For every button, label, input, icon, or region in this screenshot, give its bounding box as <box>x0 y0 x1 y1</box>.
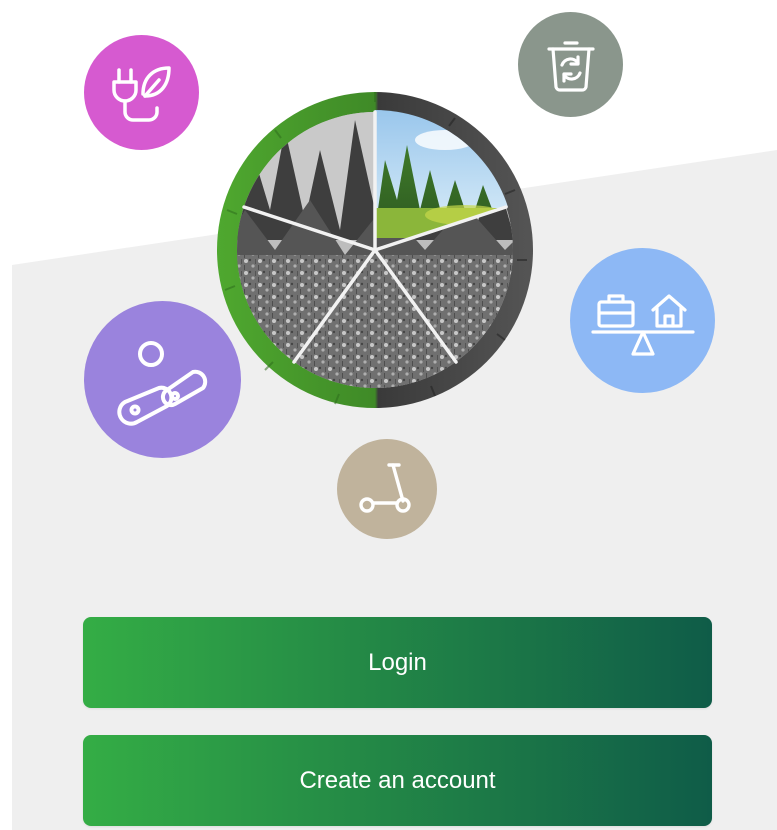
nature-wheel <box>217 92 533 408</box>
scooter-icon <box>359 463 411 513</box>
food-badge <box>84 301 241 458</box>
work-home-balance-badge <box>570 248 715 393</box>
recycle-bin-icon <box>546 40 595 92</box>
recycle-bin-badge <box>518 12 623 117</box>
scooter-badge <box>337 439 437 539</box>
hero-illustration <box>0 0 777 560</box>
food-icon <box>116 340 207 426</box>
work-home-balance-icon <box>590 293 695 356</box>
welcome-screen: Login Create an account <box>0 0 777 830</box>
energy-badge <box>84 35 199 150</box>
login-button[interactable]: Login <box>83 617 712 708</box>
create-account-button[interactable]: Create an account <box>83 735 712 826</box>
plug-leaf-icon <box>111 65 171 122</box>
